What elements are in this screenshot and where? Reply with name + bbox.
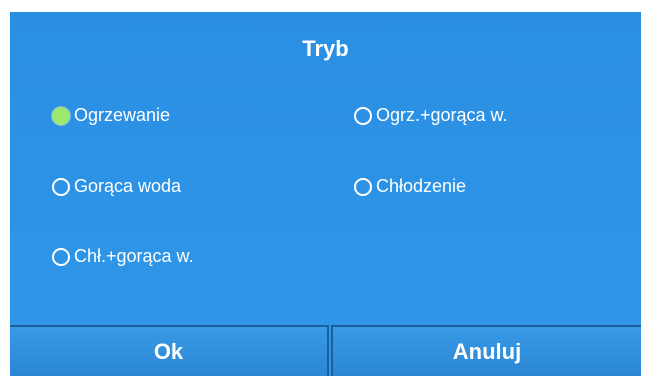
option-chlodzenie[interactable]: Chłodzenie [354,176,466,197]
radio-icon[interactable] [354,177,372,196]
cancel-button[interactable]: Anuluj [331,325,641,376]
option-goraca-woda[interactable]: Gorąca woda [52,176,181,197]
radio-icon[interactable] [52,177,70,196]
dialog-title: Tryb [302,36,349,61]
option-ogrz-goraca-w[interactable]: Ogrz.+gorąca w. [354,105,508,126]
ok-button[interactable]: Ok [10,325,329,376]
radio-icon[interactable] [354,106,372,125]
option-chl-goraca-w[interactable]: Chł.+gorąca w. [52,246,194,267]
option-label: Gorąca woda [74,176,182,196]
option-label: Chłodzenie [376,176,467,196]
mode-dialog: Tryb Ogrzewanie Ogrz.+gorąca w. Gorąca w… [10,12,641,376]
option-label: Ogrzewanie [74,105,171,125]
radio-selected-icon[interactable] [52,106,70,125]
radio-icon[interactable] [52,247,70,266]
option-ogrzewanie[interactable]: Ogrzewanie [52,105,170,126]
option-label: Ogrz.+gorąca w. [376,105,508,125]
option-label: Chł.+gorąca w. [74,246,194,266]
